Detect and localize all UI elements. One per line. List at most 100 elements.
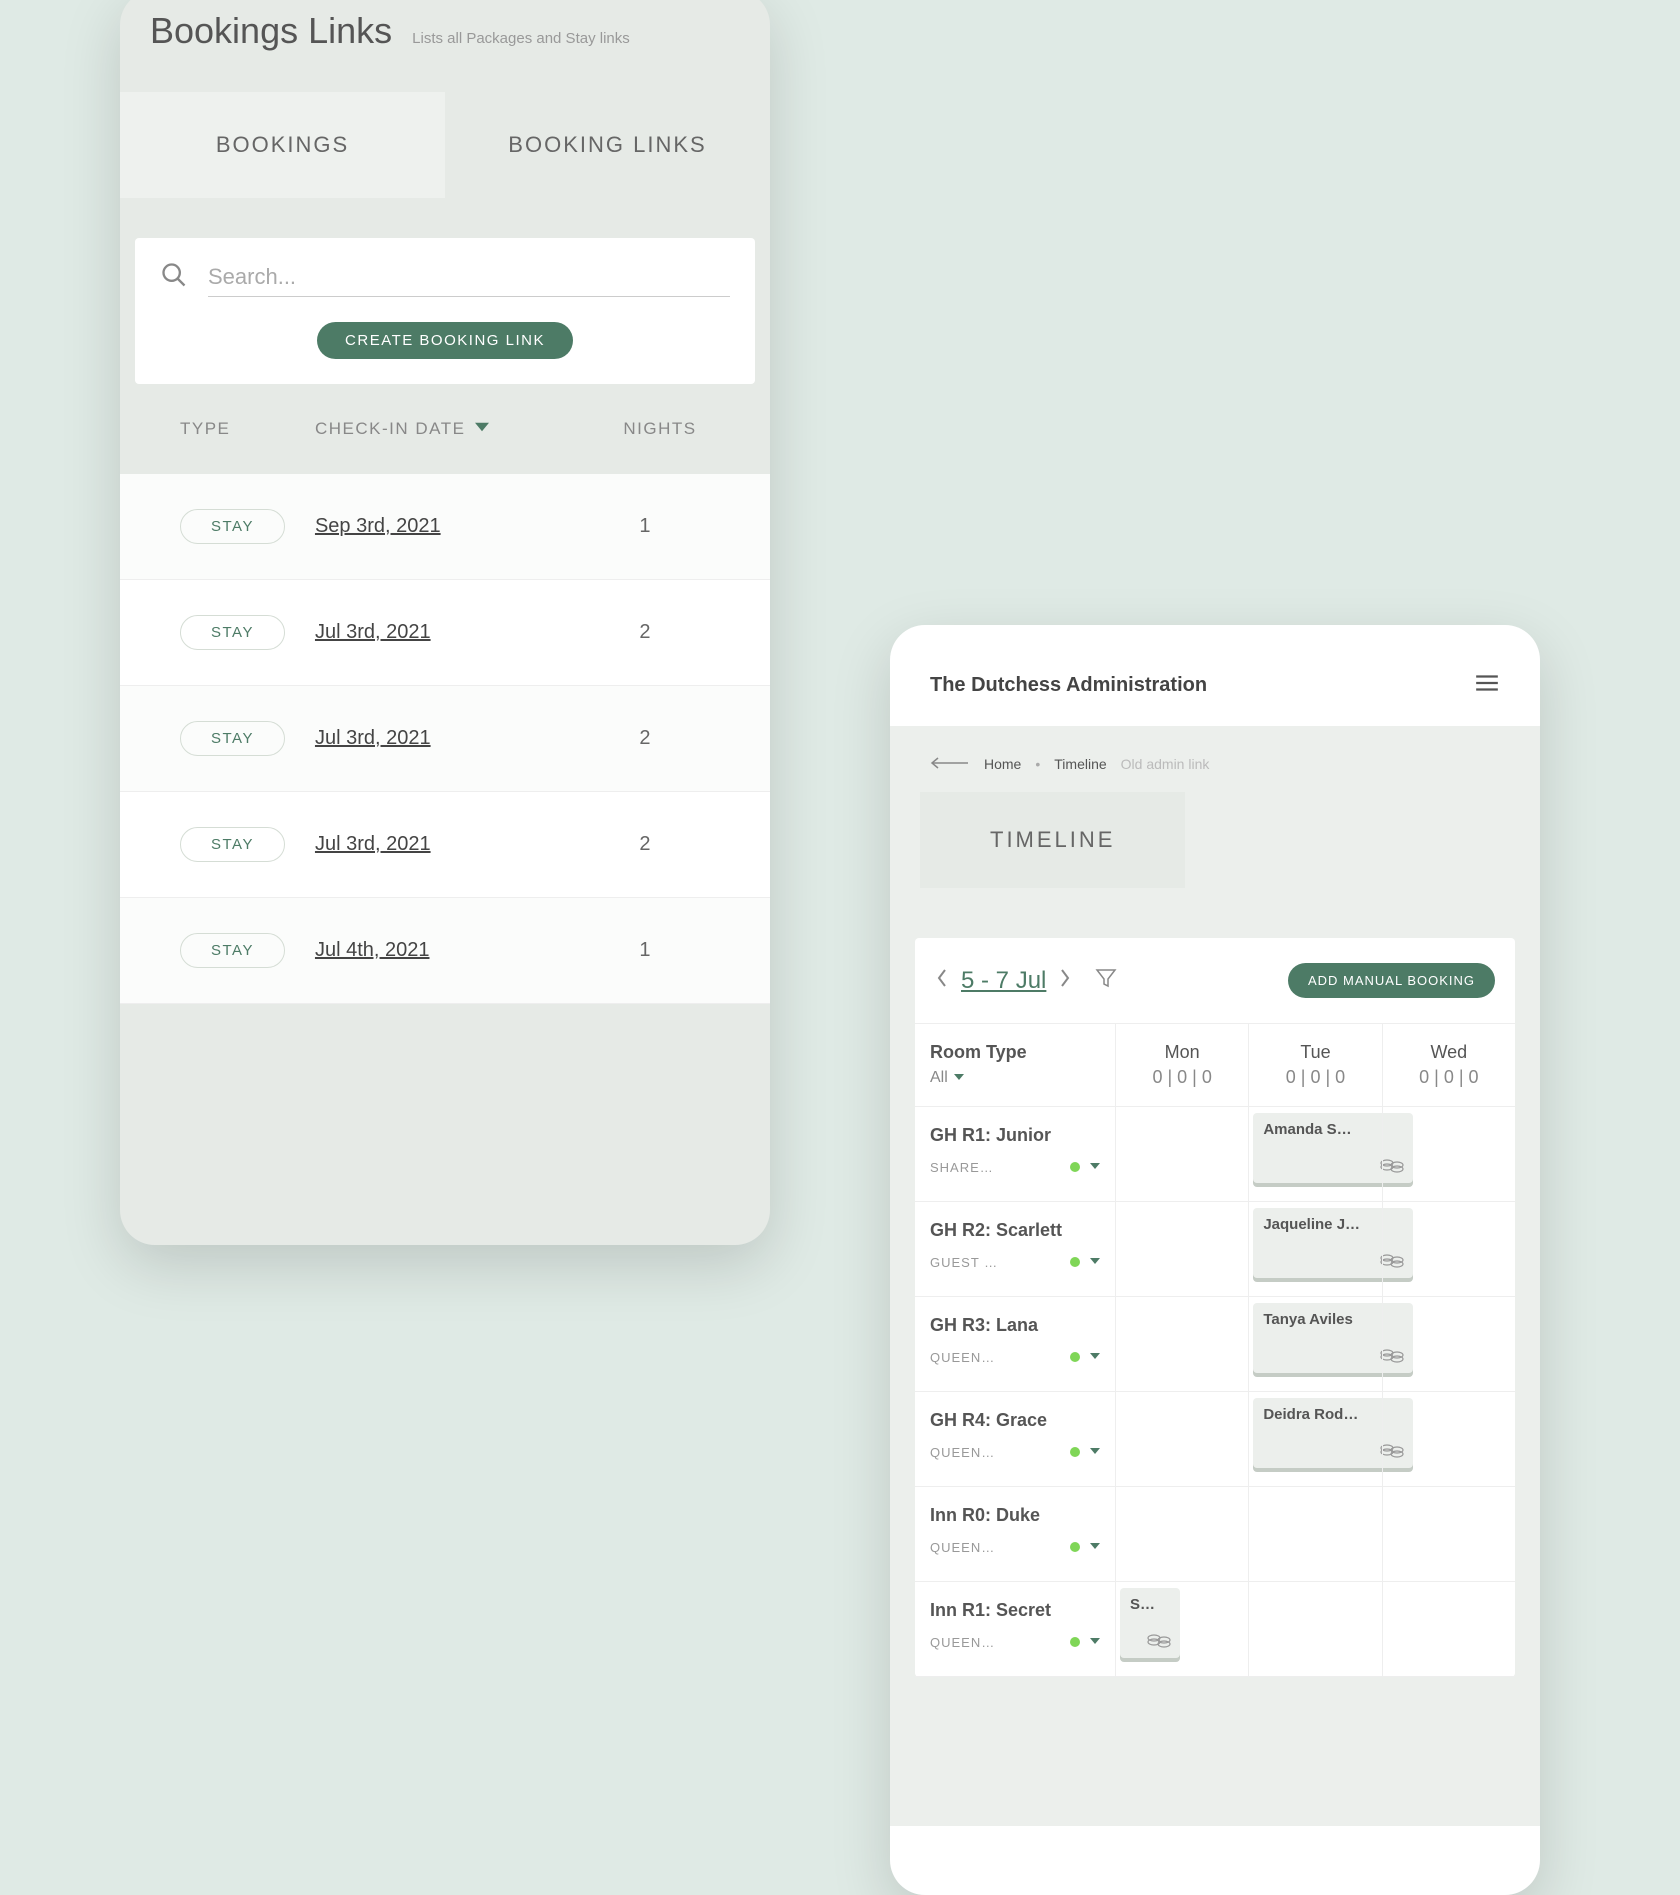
guest-name: Tanya Aviles <box>1263 1311 1353 1328</box>
room-row: GH R3: Lana QUEEN… Tanya Aviles <box>915 1297 1515 1392</box>
coins-icon <box>1146 1628 1172 1652</box>
day-column-header: Tue0 | 0 | 0 <box>1248 1024 1381 1106</box>
type-pill: STAY <box>180 509 285 544</box>
page-subtitle: Lists all Packages and Stay links <box>412 30 630 47</box>
page-header: Bookings Links Lists all Packages and St… <box>120 0 770 62</box>
grid-cell[interactable]: Amanda S… <box>1248 1107 1381 1201</box>
room-name: GH R3: Lana <box>930 1315 1100 1336</box>
grid-cell[interactable]: S… <box>1115 1582 1248 1676</box>
create-booking-link-button[interactable]: CREATE BOOKING LINK <box>317 322 573 359</box>
room-subtype: QUEEN… <box>930 1445 995 1460</box>
grid-cell[interactable] <box>1115 1107 1248 1201</box>
hamburger-icon[interactable] <box>1474 670 1500 701</box>
back-arrow-icon[interactable] <box>930 756 970 772</box>
room-type-filter[interactable]: All <box>930 1069 1100 1087</box>
guest-name: S… <box>1130 1596 1155 1613</box>
room-row: GH R2: Scarlett GUEST … Jaqueline J… <box>915 1202 1515 1297</box>
table-header: TYPE CHECK-IN DATE NIGHTS <box>120 384 770 474</box>
checkin-date[interactable]: Sep 3rd, 2021 <box>315 515 565 538</box>
sort-down-icon <box>475 419 489 439</box>
chevron-down-icon[interactable] <box>1090 1443 1100 1461</box>
table-row[interactable]: STAYJul 3rd, 20212 <box>120 580 770 686</box>
guest-name: Amanda S… <box>1263 1121 1351 1138</box>
grid-cell[interactable] <box>1248 1582 1381 1676</box>
grid-cell[interactable]: Jaqueline J… <box>1248 1202 1381 1296</box>
grid-cell[interactable] <box>1248 1487 1381 1581</box>
table-row[interactable]: STAYJul 3rd, 20212 <box>120 792 770 898</box>
chevron-down-icon[interactable] <box>1090 1253 1100 1271</box>
table-row[interactable]: STAYJul 4th, 20211 <box>120 898 770 1004</box>
chevron-down-icon[interactable] <box>1090 1538 1100 1556</box>
date-nav: 5 - 7 Jul <box>935 966 1118 995</box>
tab-bookings[interactable]: BOOKINGS <box>120 92 445 198</box>
chevron-down-icon[interactable] <box>1090 1158 1100 1176</box>
type-pill: STAY <box>180 933 285 968</box>
add-manual-booking-button[interactable]: ADD MANUAL BOOKING <box>1288 963 1495 998</box>
day-column-header: Wed0 | 0 | 0 <box>1382 1024 1515 1106</box>
room-name: Inn R1: Secret <box>930 1600 1100 1621</box>
filter-icon[interactable] <box>1094 966 1118 995</box>
room-name: GH R1: Junior <box>930 1125 1100 1146</box>
room-row: Inn R1: SecretQUEEN…S… <box>915 1582 1515 1677</box>
checkin-date[interactable]: Jul 3rd, 2021 <box>315 727 565 750</box>
topbar: The Dutchess Administration <box>890 625 1540 726</box>
grid-cell[interactable] <box>1115 1392 1248 1486</box>
tabs: BOOKINGS BOOKING LINKS <box>120 92 770 198</box>
room-name: GH R2: Scarlett <box>930 1220 1100 1241</box>
chevron-right-icon[interactable] <box>1058 968 1072 993</box>
grid-cell[interactable] <box>1382 1297 1515 1391</box>
type-pill: STAY <box>180 615 285 650</box>
nights-value: 2 <box>565 833 755 856</box>
col-checkin[interactable]: CHECK-IN DATE <box>315 419 565 439</box>
breadcrumb: Home • Timeline Old admin link <box>890 726 1540 792</box>
booking-card[interactable]: S… <box>1120 1588 1180 1658</box>
crumb-home[interactable]: Home <box>984 756 1021 772</box>
grid-header: Room Type All Mon0 | 0 | 0Tue0 | 0 | 0We… <box>915 1024 1515 1107</box>
room-subtype: QUEEN… <box>930 1350 995 1365</box>
grid-cell[interactable]: Tanya Aviles <box>1248 1297 1381 1391</box>
room-type-label: Room Type <box>930 1042 1100 1063</box>
status-dot-icon <box>1070 1637 1080 1647</box>
room-subtype: GUEST … <box>930 1255 998 1270</box>
grid-cell[interactable] <box>1382 1202 1515 1296</box>
chevron-left-icon[interactable] <box>935 968 949 993</box>
chevron-down-icon[interactable] <box>1090 1633 1100 1651</box>
bookings-links-screen: Bookings Links Lists all Packages and St… <box>120 0 770 1245</box>
timeline-panel: 5 - 7 Jul ADD MANUAL BOOKING Room Type A… <box>915 938 1515 1677</box>
crumb-timeline[interactable]: Timeline <box>1054 756 1106 772</box>
table-row[interactable]: STAY Jul 3rd, 20212 <box>120 686 770 792</box>
status-dot-icon <box>1070 1542 1080 1552</box>
col-type: TYPE <box>135 419 315 439</box>
room-row: GH R4: Grace QUEEN… Deidra Rod… <box>915 1392 1515 1487</box>
chevron-down-icon[interactable] <box>1090 1348 1100 1366</box>
status-dot-icon <box>1070 1447 1080 1457</box>
grid-cell[interactable] <box>1115 1297 1248 1391</box>
search-input[interactable] <box>208 258 730 297</box>
grid-cell[interactable] <box>1382 1107 1515 1201</box>
table-row[interactable]: STAYSep 3rd, 20211 <box>120 474 770 580</box>
grid-cell[interactable]: Deidra Rod… <box>1248 1392 1381 1486</box>
room-name: GH R4: Grace <box>930 1410 1100 1431</box>
checkin-date[interactable]: Jul 3rd, 2021 <box>315 833 565 856</box>
room-subtype: SHARE… <box>930 1160 994 1175</box>
type-pill: STAY <box>180 721 285 756</box>
guest-name: Jaqueline J… <box>1263 1216 1360 1233</box>
status-dot-icon <box>1070 1162 1080 1172</box>
tab-timeline[interactable]: TIMELINE <box>920 792 1185 888</box>
guest-name: Deidra Rod… <box>1263 1406 1358 1423</box>
checkin-date[interactable]: Jul 4th, 2021 <box>315 939 565 962</box>
grid-cell[interactable] <box>1382 1582 1515 1676</box>
room-row: GH R1: Junior SHARE… Amanda S… <box>915 1107 1515 1202</box>
nights-value: 2 <box>565 727 755 750</box>
grid-cell[interactable] <box>1382 1392 1515 1486</box>
app-title: The Dutchess Administration <box>930 674 1207 697</box>
date-range[interactable]: 5 - 7 Jul <box>961 967 1046 995</box>
crumb-old-admin[interactable]: Old admin link <box>1121 756 1210 772</box>
tab-booking-links[interactable]: BOOKING LINKS <box>445 92 770 198</box>
room-row: Inn R0: DukeQUEEN… <box>915 1487 1515 1582</box>
grid-cell[interactable] <box>1115 1487 1248 1581</box>
col-nights: NIGHTS <box>565 419 755 439</box>
grid-cell[interactable] <box>1382 1487 1515 1581</box>
checkin-date[interactable]: Jul 3rd, 2021 <box>315 621 565 644</box>
grid-cell[interactable] <box>1115 1202 1248 1296</box>
